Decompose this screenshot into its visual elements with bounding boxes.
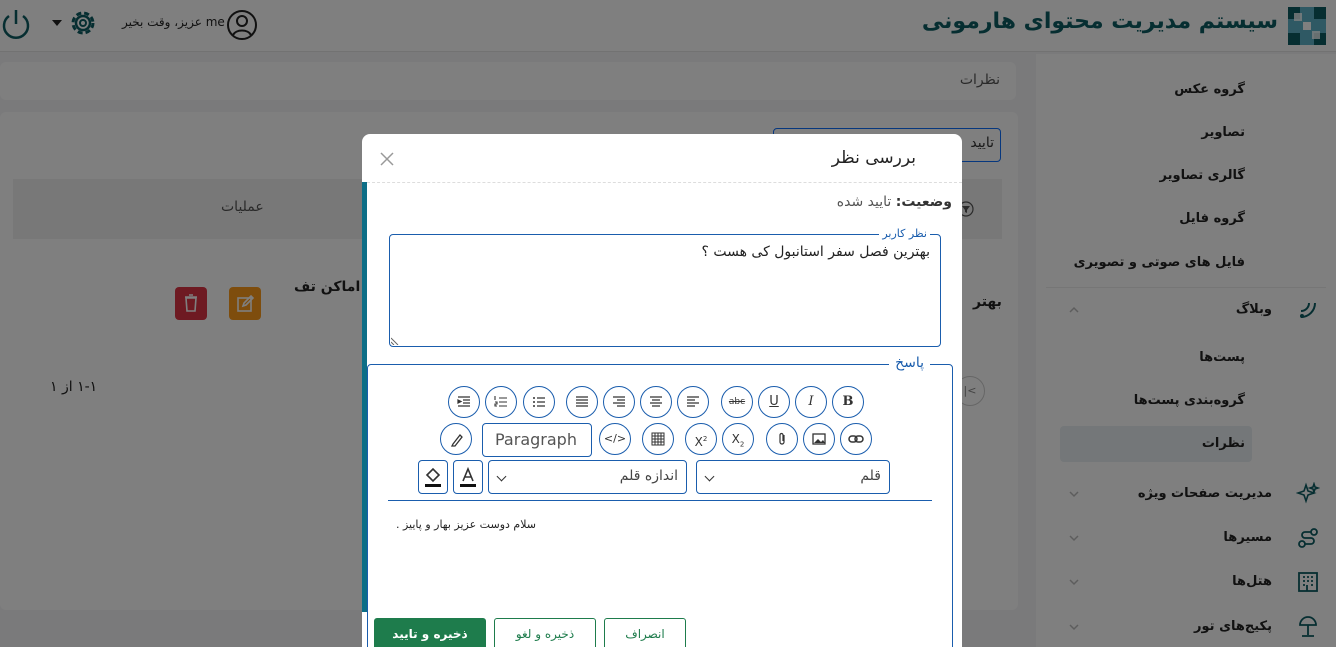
align-right-button[interactable]: [603, 386, 635, 418]
reply-legend: پاسخ: [889, 355, 930, 371]
bullet-list-icon: [533, 397, 545, 407]
eraser-icon: [450, 434, 463, 447]
align-left-icon: [687, 396, 699, 407]
numbered-list-icon: [494, 396, 507, 407]
indent-button[interactable]: [448, 386, 480, 418]
bullet-list-button[interactable]: [523, 386, 555, 418]
align-center-icon: [650, 396, 662, 407]
bold-button[interactable]: B: [832, 386, 864, 418]
italic-button[interactable]: I: [795, 386, 827, 418]
align-justify-button[interactable]: [566, 386, 598, 418]
table-grid-icon: [651, 432, 665, 446]
status-value: تایید شده: [836, 194, 892, 210]
font-family-select[interactable]: قلم: [696, 460, 890, 494]
align-center-button[interactable]: [640, 386, 672, 418]
align-justify-icon: [576, 396, 588, 407]
font-family-label: قلم: [860, 468, 881, 484]
resize-handle-icon[interactable]: [391, 337, 399, 345]
status-label: وضعیت:: [895, 194, 952, 210]
user-comment-field[interactable]: نظر کاربر بهترین فصل سفر استانبول کی هست…: [389, 227, 941, 347]
underline-button[interactable]: U: [758, 386, 790, 418]
save-reject-button[interactable]: ذخیره و لغو: [494, 618, 596, 647]
close-icon[interactable]: [378, 150, 396, 168]
numbered-list-button[interactable]: [485, 386, 517, 418]
eraser-button[interactable]: [440, 423, 472, 455]
link-button[interactable]: [840, 423, 872, 455]
editor-divider: [388, 500, 932, 501]
background-color-button[interactable]: [418, 460, 448, 494]
user-comment-legend: نظر کاربر: [879, 227, 930, 240]
save-approve-button[interactable]: ذخیره و تایید: [374, 618, 486, 647]
review-comment-modal: بررسی نظر وضعیت: تایید شده نظر کاربر بهت…: [362, 134, 962, 647]
user-comment-text: بهترین فصل سفر استانبول کی هست ؟: [701, 244, 930, 260]
font-color-button[interactable]: [453, 460, 483, 494]
paragraph-format-select[interactable]: Paragraph: [482, 423, 592, 457]
paperclip-icon: [779, 432, 785, 445]
superscript-button[interactable]: X2: [685, 423, 717, 455]
link-icon: [848, 435, 864, 443]
image-icon: [812, 433, 826, 445]
subscript-button[interactable]: X2: [722, 423, 754, 455]
table-button[interactable]: [642, 423, 674, 455]
code-view-button[interactable]: </>: [599, 423, 631, 455]
font-size-label: اندازه قلم: [619, 468, 678, 484]
image-button[interactable]: [803, 423, 835, 455]
chevron-down-icon: [704, 471, 715, 482]
modal-divider: [362, 182, 962, 183]
font-color-icon: [460, 466, 476, 487]
paint-bucket-icon: [425, 467, 441, 487]
modal-title: بررسی نظر: [831, 148, 916, 168]
attachment-button[interactable]: [766, 423, 798, 455]
indent-icon: [457, 396, 470, 407]
chevron-down-icon: [496, 471, 507, 482]
align-right-icon: [613, 396, 625, 407]
comment-status: وضعیت: تایید شده: [837, 194, 952, 210]
font-size-select[interactable]: اندازه قلم: [488, 460, 687, 494]
cancel-button[interactable]: انصراف: [604, 618, 686, 647]
align-left-button[interactable]: [677, 386, 709, 418]
reply-editor-content[interactable]: سلام دوست عزیز بهار و پاییز .: [396, 518, 536, 531]
strikethrough-button[interactable]: abc: [721, 386, 753, 418]
